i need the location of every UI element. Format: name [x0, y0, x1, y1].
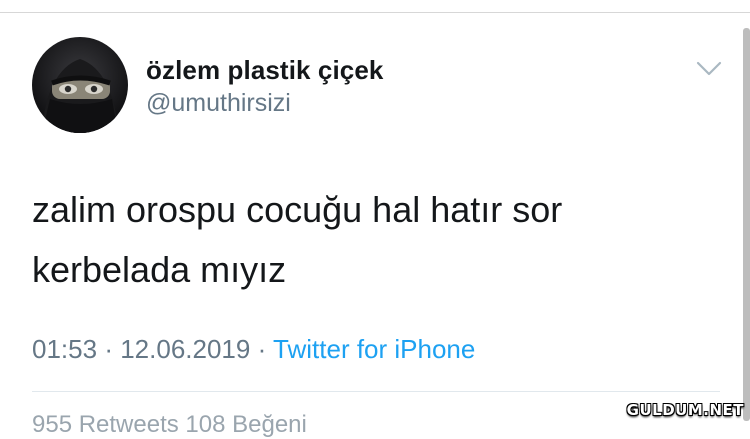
- tweet-text-line: kerbelada mıyız: [32, 249, 287, 290]
- meta-divider: [32, 391, 720, 392]
- scrollbar[interactable]: [743, 28, 750, 421]
- meta-separator: ·: [104, 334, 113, 364]
- tweet-source-link[interactable]: Twitter for iPhone: [273, 334, 475, 364]
- tweet-meta: 01:53 · 12.06.2019 · Twitter for iPhone: [32, 334, 475, 365]
- avatar[interactable]: [32, 37, 128, 133]
- tweet-text-line: zalim orospu cocuğu hal hatır sor: [32, 189, 563, 230]
- user-handle[interactable]: @umuthirsizi: [146, 89, 291, 118]
- display-name[interactable]: özlem plastik çiçek: [146, 55, 383, 86]
- meta-separator: ·: [257, 334, 267, 364]
- chevron-down-icon[interactable]: [694, 57, 724, 81]
- tweet-text: zalim orospu cocuğu hal hatır sor kerbel…: [32, 180, 712, 300]
- watermark: GULDUM.NET: [626, 401, 744, 419]
- tweet-stats[interactable]: 955 Retweets 108 Beğeni: [32, 411, 307, 439]
- tweet-date: 12.06.2019: [120, 334, 251, 364]
- tweet-card: özlem plastik çiçek @umuthirsizi zalim o…: [0, 13, 750, 438]
- tweet-time: 01:53: [32, 334, 98, 364]
